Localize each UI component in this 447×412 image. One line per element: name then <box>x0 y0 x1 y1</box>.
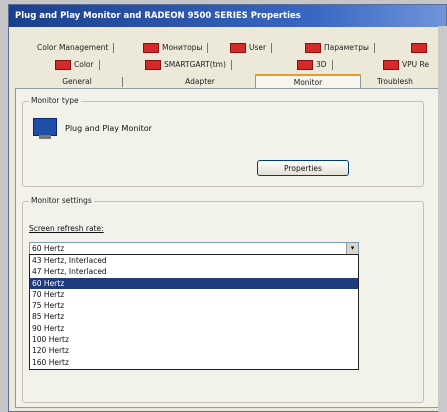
tab-row-1: Color Management Мониторы User Параметры <box>15 41 445 55</box>
flag-icon <box>145 60 161 70</box>
tab-label: Color <box>74 60 94 69</box>
monitor-icon <box>33 118 57 142</box>
tab-label: Troublesh <box>377 77 413 86</box>
flag-icon <box>143 43 159 53</box>
tab-row-3: General Adapter Monitor Troublesh <box>15 74 447 91</box>
tab-user[interactable]: User <box>230 41 273 55</box>
monitor-name: Plug and Play Monitor <box>65 124 152 133</box>
tab-vpu-recover[interactable]: VPU Re <box>383 58 429 72</box>
tab-label: Мониторы <box>162 43 203 52</box>
tab-label: User <box>249 43 267 52</box>
tab-general[interactable]: General <box>37 75 123 89</box>
window-edge <box>438 26 447 412</box>
tab-label: 3D <box>316 60 327 69</box>
flag-icon <box>411 43 427 53</box>
properties-window: Plug and Play Monitor and RADEON 9500 SE… <box>8 4 447 412</box>
properties-button[interactable]: Properties <box>257 160 349 176</box>
flag-icon <box>383 60 399 70</box>
refresh-rate-label: Screen refresh rate: <box>29 224 104 233</box>
tab-parameters-ru[interactable]: Параметры <box>305 41 375 55</box>
window-title: Plug and Play Monitor and RADEON 9500 SE… <box>15 11 301 21</box>
tab-label: General <box>62 77 92 86</box>
tab-label: VPU Re <box>402 60 430 69</box>
group-label: Monitor settings <box>29 196 94 205</box>
flag-icon <box>55 60 71 70</box>
flag-icon <box>305 43 321 53</box>
tab-more[interactable] <box>411 41 430 55</box>
dropdown-option[interactable]: 90 Hertz <box>30 323 358 334</box>
selected-value: 60 Hertz <box>32 244 65 253</box>
tab-adapter[interactable]: Adapter <box>145 75 261 89</box>
tab-smartgart[interactable]: SMARTGART(tm) <box>145 58 232 72</box>
title-bar[interactable]: Plug and Play Monitor and RADEON 9500 SE… <box>9 5 446 27</box>
tab-label: Monitor <box>293 78 323 87</box>
monitor-tab-panel: Monitor type Plug and Play Monitor Prope… <box>15 88 442 408</box>
group-label: Monitor type <box>29 96 81 105</box>
dropdown-option[interactable]: 75 Hertz <box>30 300 358 311</box>
tab-label: SMARTGART(tm) <box>164 60 226 69</box>
tab-row-2: Color SMARTGART(tm) 3D VPU Re <box>15 58 445 72</box>
tab-label: Параметры <box>324 43 369 52</box>
flag-icon <box>297 60 313 70</box>
dropdown-option[interactable]: 160 Hertz <box>30 357 358 368</box>
tab-troubleshoot[interactable]: Troublesh <box>377 75 447 89</box>
chevron-down-icon[interactable]: ▾ <box>346 243 358 254</box>
tab-color-management[interactable]: Color Management <box>37 41 115 55</box>
monitor-type-group: Monitor type Plug and Play Monitor Prope… <box>22 96 424 187</box>
flag-icon <box>230 43 246 53</box>
monitor-settings-group: Monitor settings Screen refresh rate: 60… <box>22 196 424 403</box>
tab-color[interactable]: Color <box>55 58 100 72</box>
dropdown-option[interactable]: 70 Hertz <box>30 289 358 300</box>
tab-label: Adapter <box>185 77 215 86</box>
dropdown-option[interactable]: 47 Hertz, Interlaced <box>30 266 358 277</box>
tab-label: Color Management <box>37 43 109 52</box>
tab-3d[interactable]: 3D <box>297 58 333 72</box>
dropdown-option[interactable]: 120 Hertz <box>30 345 358 356</box>
dropdown-option[interactable]: 43 Hertz, Interlaced <box>30 255 358 266</box>
dropdown-option[interactable]: 85 Hertz <box>30 311 358 322</box>
dropdown-option-selected[interactable]: 60 Hertz <box>30 277 358 289</box>
refresh-rate-dropdown[interactable]: 43 Hertz, Interlaced 47 Hertz, Interlace… <box>29 254 359 370</box>
dropdown-option[interactable]: 100 Hertz <box>30 334 358 345</box>
tab-monitors-ru[interactable]: Мониторы <box>143 41 210 55</box>
